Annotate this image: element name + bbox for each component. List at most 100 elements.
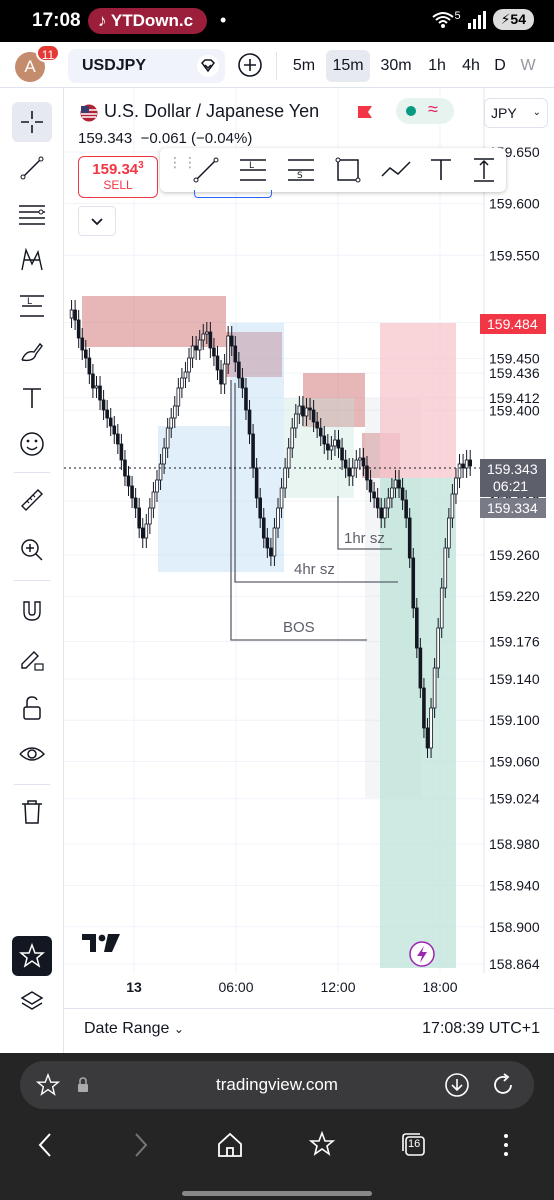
path-icon[interactable]: [380, 156, 412, 184]
candle-body: [94, 385, 99, 389]
chart-clock[interactable]: 17:08:39 UTC+1: [422, 1020, 540, 1038]
price-tick-label: 159.100: [489, 712, 540, 728]
chart-symbol-title[interactable]: U.S. Dollar / Japanese Yen: [104, 101, 319, 122]
chart-area[interactable]: 4hr sz BOS 1hr sz 159.650 159.600 159.550 1…: [64, 88, 554, 1008]
short-position-loss[interactable]: [380, 323, 456, 478]
tabs-button[interactable]: 16: [394, 1125, 434, 1165]
zoom-tool[interactable]: [12, 530, 52, 570]
candle-body: [432, 667, 437, 709]
candle-body: [415, 607, 419, 649]
address-bar[interactable]: tradingview.com: [20, 1061, 534, 1109]
candle-body: [454, 477, 458, 495]
candle-body: [148, 507, 152, 525]
date-range-button[interactable]: Date Range ⌄: [84, 1020, 184, 1038]
candle-body: [119, 443, 124, 461]
tab-timeframe-w[interactable]: W: [516, 50, 540, 82]
rectangle-icon[interactable]: [334, 156, 362, 184]
short-position-icon[interactable]: S: [286, 156, 316, 184]
price-range-icon[interactable]: [470, 156, 498, 184]
candle-body: [194, 345, 198, 351]
candle-body: [172, 405, 177, 419]
back-button[interactable]: [26, 1125, 66, 1165]
wifi-icon: [432, 11, 455, 28]
tradingview-logo-icon[interactable]: [82, 934, 120, 952]
emoji-tool[interactable]: [12, 424, 52, 464]
forward-button[interactable]: [120, 1125, 160, 1165]
price-tick-label: 159.400: [489, 402, 540, 418]
tab-timeframe-30m[interactable]: 30m: [376, 50, 416, 82]
lightning-icon[interactable]: [409, 941, 435, 967]
tab-timeframe-15m[interactable]: 15m: [326, 50, 370, 82]
candle-body: [126, 475, 131, 487]
star-plus-icon: [308, 1131, 336, 1156]
long-position-icon[interactable]: L: [238, 156, 268, 184]
legend-collapse-button[interactable]: [78, 206, 116, 236]
download-icon[interactable]: [444, 1072, 470, 1098]
flag-icon[interactable]: [356, 104, 374, 122]
hide-drawings-tool[interactable]: [12, 734, 52, 774]
price-tick-label: 159.600: [489, 196, 540, 212]
market-status[interactable]: ≈: [396, 98, 454, 124]
candle-body: [258, 497, 263, 519]
home-button[interactable]: [210, 1125, 250, 1165]
text-icon: [23, 388, 41, 408]
brush-tool[interactable]: [12, 332, 52, 372]
time-axis[interactable]: 13 06:00 12:00 18:00: [126, 979, 458, 995]
status-time: 17:08: [32, 10, 81, 31]
candle-body: [407, 517, 412, 559]
stay-drawing-tool[interactable]: [12, 640, 52, 680]
long-short-tool[interactable]: L: [12, 286, 52, 326]
symbol-search[interactable]: USDJPY: [68, 49, 225, 83]
fib-tool[interactable]: [12, 194, 52, 234]
price-tick-label: 159.176: [489, 634, 540, 650]
crosshair-tool[interactable]: [12, 102, 52, 142]
candle-body: [87, 357, 92, 375]
tab-timeframe-1h[interactable]: 1h: [422, 50, 452, 82]
price-tick-label: 158.900: [489, 919, 540, 935]
divider: [14, 472, 50, 473]
selection-indicator: [194, 190, 272, 198]
add-symbol-button[interactable]: [237, 52, 263, 78]
tab-timeframe-4h[interactable]: 4h: [456, 50, 486, 82]
favorites-tool[interactable]: [12, 936, 52, 976]
object-tree-tool[interactable]: [12, 982, 52, 1022]
sell-button[interactable]: 159.343 SELL: [78, 156, 158, 198]
price-axis[interactable]: 159.650159.600159.550159.485159.450159.4…: [489, 144, 540, 972]
time-tick-label: 12:00: [320, 979, 355, 995]
ruler-tool[interactable]: [12, 480, 52, 520]
reload-icon[interactable]: [490, 1072, 516, 1098]
currency-select[interactable]: JPY ⌄: [484, 98, 548, 128]
candle-body: [137, 507, 141, 529]
candle-body: [261, 517, 266, 539]
remove-drawings-tool[interactable]: [12, 792, 52, 832]
text-tool[interactable]: [12, 378, 52, 418]
candle-body: [144, 523, 149, 539]
text-icon[interactable]: [428, 156, 454, 184]
app-pill[interactable]: ♪ YTDown.c: [88, 8, 207, 34]
chevron-right-icon: [135, 1133, 148, 1157]
candle-body: [151, 491, 156, 509]
candle-body: [212, 347, 216, 357]
candle-body: [83, 349, 88, 359]
diamond-icon[interactable]: [197, 55, 219, 77]
more-menu-button[interactable]: [486, 1125, 526, 1165]
pattern-tool[interactable]: [12, 240, 52, 280]
candle-body: [358, 457, 362, 461]
drawing-toolbar: L: [0, 88, 64, 1053]
candle-body: [208, 331, 213, 349]
trend-line-tool[interactable]: [12, 148, 52, 188]
svg-text:L: L: [27, 297, 32, 307]
trend-line-icon[interactable]: [192, 156, 220, 184]
time-tick-label: 18:00: [422, 979, 457, 995]
candle-body: [269, 547, 273, 557]
candle-body: [158, 463, 163, 481]
candle-body: [205, 331, 209, 335]
favorites-button[interactable]: [302, 1125, 342, 1165]
candle-body: [183, 371, 188, 379]
lock-drawings-tool[interactable]: [12, 688, 52, 728]
candle-body: [340, 447, 344, 461]
tab-timeframe-5m[interactable]: 5m: [286, 50, 322, 82]
magnet-tool[interactable]: [12, 592, 52, 632]
chart-canvas[interactable]: 4hr sz BOS 1hr sz 159.650159.600159.5501…: [64, 88, 554, 1008]
tab-timeframe-d[interactable]: D: [490, 50, 510, 82]
